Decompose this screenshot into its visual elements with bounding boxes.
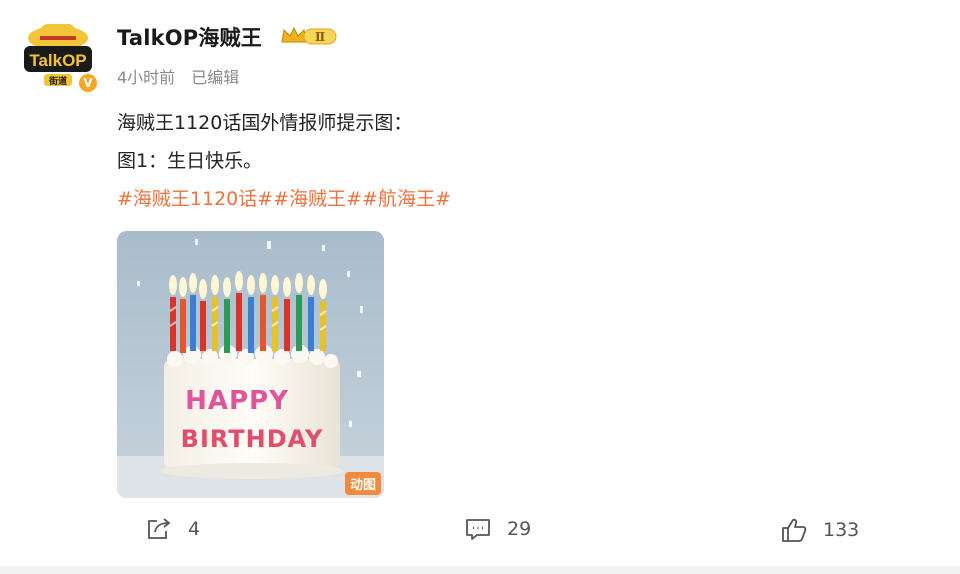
birthday-cake-image: HAPPY BIRTHDAY (117, 231, 384, 498)
edited-label: 已编辑 (191, 68, 240, 87)
avatar-logo-text: TalkOP (29, 51, 86, 70)
weibo-post-card: TalkOP 街道 V TalkOP海贼王 Ⅱ 4小时前 已编辑 海贼王1120话… (0, 0, 960, 566)
post-text-line-2: 图1：生日快乐。 (117, 150, 263, 172)
hashtag-hanghaiwang[interactable]: #航海王# (362, 188, 451, 210)
level-crown-icon[interactable]: Ⅱ (280, 25, 338, 47)
share-count: 4 (188, 518, 201, 540)
thumbs-up-icon (782, 518, 807, 542)
level-badge-text: Ⅱ (315, 30, 325, 44)
like-count: 133 (823, 519, 860, 541)
verified-icon: V (77, 72, 99, 94)
username[interactable]: TalkOP海贼王 (117, 22, 262, 52)
cake-text-birthday: BIRTHDAY (181, 425, 324, 453)
post-time[interactable]: 4小时前 (117, 68, 175, 87)
share-button[interactable]: 4 (146, 517, 200, 541)
like-button[interactable]: 133 (781, 517, 859, 543)
hashtag-onepiece-1120[interactable]: #海贼王1120话# (117, 188, 273, 210)
hashtag-onepiece[interactable]: #海贼王# (273, 188, 362, 210)
cake-text-happy: HAPPY (185, 386, 289, 416)
post-meta: 4小时前 已编辑 (117, 64, 255, 88)
comment-button[interactable]: 29 (465, 517, 531, 541)
avatar-sub-text: 街道 (48, 75, 67, 87)
post-gif-image[interactable]: HAPPY BIRTHDAY 动图 (117, 231, 384, 498)
comment-count: 29 (507, 518, 532, 540)
post-text-line-1: 海贼王1120话国外情报师提示图： (117, 112, 413, 134)
share-icon (148, 518, 171, 539)
comment-icon (466, 519, 490, 540)
hashtag-row: #海贼王1120话##海贼王##航海王# (117, 184, 451, 211)
gif-badge: 动图 (344, 472, 381, 495)
